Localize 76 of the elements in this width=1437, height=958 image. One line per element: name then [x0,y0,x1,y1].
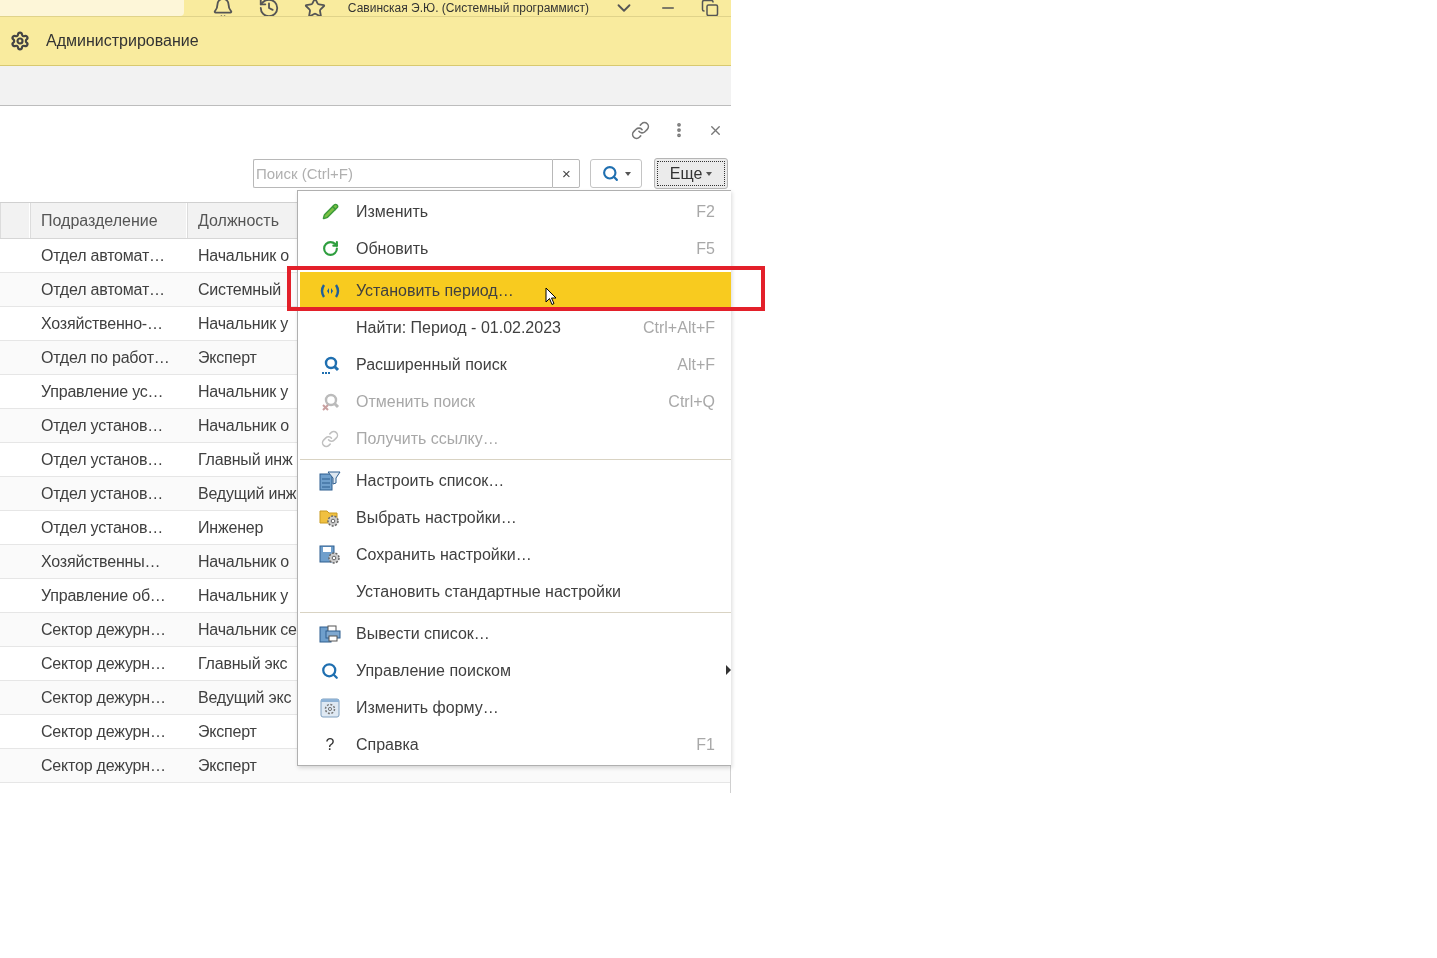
table-cell-text: Начальник се [197,619,295,640]
table-cell-text: Начальник у [197,313,290,334]
table-cell-text: Отдел автомат… [40,279,166,300]
link-icon [321,429,339,448]
star-icon[interactable] [303,0,326,16]
table-cell-text: Начальник у [197,585,290,606]
list-filter-icon [319,470,341,491]
table-cell-text: Главный инж [197,449,294,470]
table-cell-text: Начальник о [197,245,290,266]
bell-icon[interactable] [211,0,234,16]
menu-item[interactable]: Изменить форму… [300,689,731,726]
table-cell-text: Начальник о [197,551,290,572]
window-gear-icon [320,697,340,718]
table-cell-text: Отдел установ… [40,415,165,436]
menu-item[interactable]: Управление поиском [300,652,731,689]
caret-icon [624,171,631,176]
table-cell-text: Начальник о [197,415,290,436]
table-cell-text: Сектор дежурн… [40,687,167,708]
table-cell-text: Главный экс [197,653,289,674]
table-cell-text: Эксперт [197,347,258,368]
table-cell-text: Хозяйственно-… [40,313,164,334]
menu-item[interactable]: Обновить F5 [300,230,731,267]
link-icon[interactable] [631,120,650,140]
table-cell-text: Отдел установ… [40,449,165,470]
search-cancel-icon [320,391,340,412]
table-cell-text: Хозяйственны… [40,551,162,572]
search-field[interactable]: Поиск (Ctrl+F) [253,159,553,188]
table-cell-text: Управление ус… [40,381,165,402]
menu-item[interactable]: Сохранить настройки… [300,536,731,573]
global-search-field[interactable] [0,0,184,16]
table-cell-text: Системный [197,279,282,300]
table-cell-text: Инженер [197,517,265,538]
history-icon[interactable] [257,0,280,16]
user-name[interactable]: Савинская Э.Ю. (Системный программист) [347,1,589,15]
search-button[interactable] [590,159,643,188]
disk-gear-icon [319,544,341,565]
table-cell-text: Сектор дежурн… [40,721,167,742]
table-cell-text: Сектор дежурн… [40,653,167,674]
more-button[interactable]: Еще [654,158,728,189]
menu-item[interactable]: Установить период… [300,272,731,309]
menu-item[interactable]: Вывести список… [300,615,731,652]
table-cell-text: Отдел установ… [40,483,165,504]
search-icon [321,661,339,680]
table-cell-text: Отдел по работ… [40,347,171,368]
menu-item[interactable]: Установить стандартные настройки [300,573,731,610]
pencil-icon [321,203,339,220]
menu-item[interactable]: Настроить список… [300,462,731,499]
column-header[interactable]: Подразделение [30,203,187,238]
table-cell-text: Эксперт [197,721,258,742]
menu-item[interactable]: Изменить F2 [300,193,731,230]
refresh-icon [321,240,339,257]
table-cell-text: Ведущий экс [197,687,293,708]
table-cell-text: Эксперт [197,755,258,776]
table-cell-text: Управление об… [40,585,167,606]
menu-item[interactable]: Найти: Период - 01.02.2023 Ctrl+Alt+F [300,309,731,346]
cursor-icon [545,287,557,306]
section-title[interactable]: Администрирование [46,32,199,50]
menu-item[interactable]: ? Справка F1 [300,726,731,763]
table-cell-text: Сектор дежурн… [40,755,167,776]
table-cell-text: Ведущий инж [197,483,295,504]
search-icon [601,165,619,182]
menu-item[interactable]: Расширенный поиск Alt+F [300,346,731,383]
clear-button[interactable]: × [552,159,581,188]
search-icon [320,354,340,375]
help-icon: ? [320,735,340,754]
period-icon [319,282,341,299]
table-cell-text: Отдел автомат… [40,245,166,266]
table-cell-text: Сектор дежурн… [40,619,167,640]
printer-icon [319,623,341,644]
caret-icon [706,171,713,176]
table-cell-text: Начальник у [197,381,290,402]
folder-gear-icon [319,507,341,528]
menu-item[interactable]: Выбрать настройки… [300,499,731,536]
restore-icon[interactable] [701,0,719,16]
table-cell-text: Отдел установ… [40,517,165,538]
settings-icon[interactable] [10,31,30,51]
